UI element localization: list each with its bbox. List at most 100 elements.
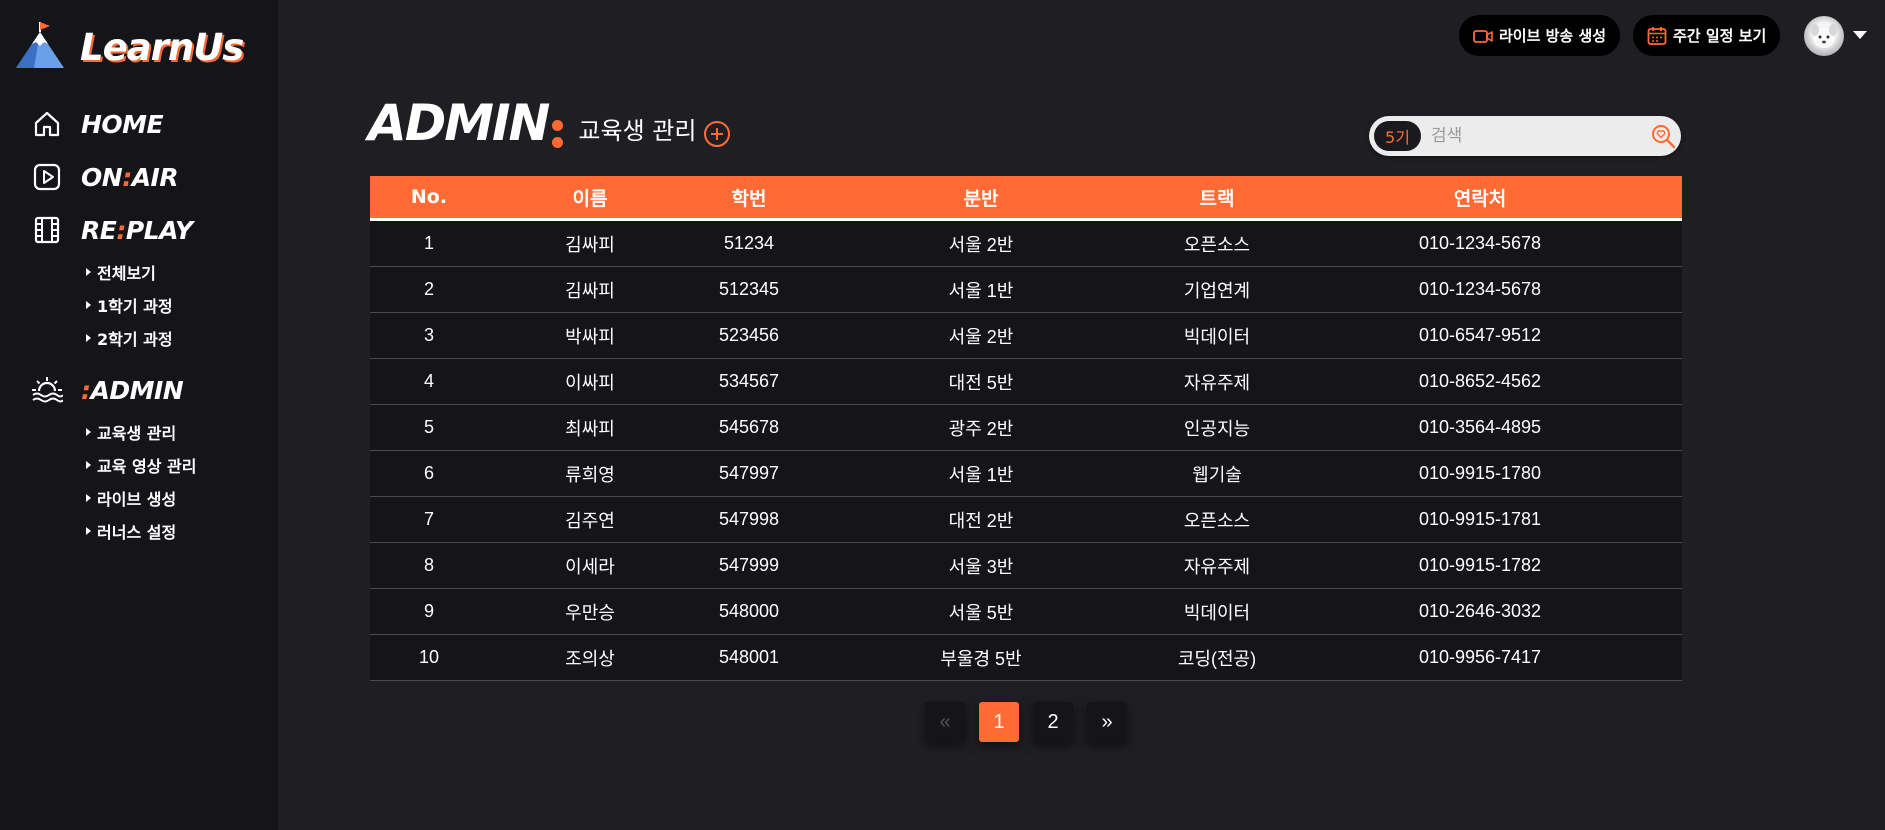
column-header-class: 분반 bbox=[963, 187, 999, 210]
cell-track: 빅데이터 bbox=[1183, 326, 1251, 347]
submenu-item-semester1[interactable]: 1학기 과정 bbox=[84, 288, 270, 321]
cell-track: 인공지능 bbox=[1183, 418, 1251, 439]
nav-onair-label: ON:AIR bbox=[81, 162, 179, 192]
table-row[interactable]: 4 이싸피 534567 대전 5반 자유주제 010-8652-4562 bbox=[370, 359, 1682, 405]
cell-contact: 010-6547-9512 bbox=[1418, 325, 1542, 345]
column-header-student-id: 학번 bbox=[731, 187, 767, 210]
colon-mark bbox=[550, 108, 564, 148]
table-row[interactable]: 9 우만승 548000 서울 5반 빅데이터 010-2646-3032 bbox=[370, 589, 1682, 635]
nav-replay-label: RE:PLAY bbox=[81, 215, 193, 245]
dog-avatar-icon bbox=[1811, 24, 1837, 48]
page-button-1[interactable]: 1 bbox=[979, 702, 1019, 742]
brand-logo[interactable]: LearnUs bbox=[14, 22, 244, 72]
page-title: ADMIN bbox=[368, 94, 550, 152]
table-header: No. 이름 학번 분반 트랙 연락처 bbox=[370, 176, 1682, 221]
cell-no: 3 bbox=[423, 325, 434, 345]
cell-name: 김싸피 bbox=[565, 280, 615, 301]
cell-student-id: 548000 bbox=[718, 601, 780, 621]
cell-student-id: 512345 bbox=[718, 279, 780, 299]
table-body: 1 김싸피 51234 서울 2반 오픈소스 010-1234-5678 2 김싸피 51234… bbox=[370, 221, 1682, 681]
table-row[interactable]: 10 조의상 548001 부울경 5반 코딩(전공) 010-9956-7417 bbox=[370, 635, 1682, 681]
cell-contact: 010-9915-1781 bbox=[1418, 509, 1542, 529]
nav-home-label: HOME bbox=[81, 109, 164, 139]
table-row[interactable]: 1 김싸피 51234 서울 2반 오픈소스 010-1234-5678 bbox=[370, 221, 1682, 267]
prev-page-button[interactable]: « bbox=[925, 702, 965, 742]
cell-track: 오픈소스 bbox=[1183, 510, 1251, 531]
cell-no: 8 bbox=[423, 555, 434, 575]
cell-name: 김싸피 bbox=[565, 234, 615, 255]
triangle-right-icon bbox=[86, 333, 91, 342]
cell-track: 기업연계 bbox=[1183, 280, 1251, 301]
cell-student-id: 523456 bbox=[718, 325, 780, 345]
cell-class: 서울 2반 bbox=[948, 326, 1014, 347]
submenu-item-live-create[interactable]: 라이브 생성 bbox=[84, 481, 270, 514]
cell-no: 5 bbox=[423, 417, 434, 437]
nav-onair[interactable]: ON:AIR bbox=[30, 157, 270, 197]
table-row[interactable]: 7 김주연 547998 대전 2반 오픈소스 010-9915-1781 bbox=[370, 497, 1682, 543]
cell-student-id: 545678 bbox=[718, 417, 780, 437]
submenu-item-student-manage[interactable]: 교육생 관리 bbox=[84, 415, 270, 448]
page-button-2[interactable]: 2 bbox=[1033, 702, 1073, 742]
search-icon[interactable] bbox=[1650, 121, 1676, 151]
submenu-item-video-manage[interactable]: 교육 영상 관리 bbox=[84, 448, 270, 481]
cell-name: 김주연 bbox=[565, 510, 615, 531]
user-avatar[interactable] bbox=[1804, 16, 1844, 56]
film-icon bbox=[30, 213, 64, 247]
column-header-track: 트랙 bbox=[1199, 187, 1235, 210]
pagination: « 1 2 » bbox=[925, 702, 1141, 742]
search-input[interactable] bbox=[1421, 121, 1650, 151]
cell-no: 2 bbox=[423, 279, 434, 299]
cell-class: 광주 2반 bbox=[948, 418, 1014, 439]
table-row[interactable]: 8 이세라 547999 서울 3반 자유주제 010-9915-1782 bbox=[370, 543, 1682, 589]
cell-name: 류희영 bbox=[565, 464, 615, 485]
cell-contact: 010-9956-7417 bbox=[1418, 647, 1542, 667]
triangle-right-icon bbox=[86, 427, 91, 436]
table-row[interactable]: 2 김싸피 512345 서울 1반 기업연계 010-1234-5678 bbox=[370, 267, 1682, 313]
mountain-flag-icon bbox=[14, 22, 66, 72]
cell-no: 7 bbox=[423, 509, 434, 529]
cell-student-id: 547998 bbox=[718, 509, 780, 529]
table-row[interactable]: 3 박싸피 523456 서울 2반 빅데이터 010-6547-9512 bbox=[370, 313, 1682, 359]
triangle-right-icon bbox=[86, 267, 91, 276]
student-table: No. 이름 학번 분반 트랙 연락처 1 김싸피 51234 서울 2반 오픈소스 01… bbox=[370, 176, 1682, 681]
add-student-button[interactable] bbox=[704, 121, 731, 147]
cell-name: 우만승 bbox=[565, 602, 615, 623]
cell-track: 자유주제 bbox=[1183, 372, 1251, 393]
nav-admin-label: :ADMIN bbox=[81, 375, 184, 405]
cell-student-id: 547997 bbox=[718, 463, 780, 483]
cell-no: 4 bbox=[423, 371, 434, 391]
calendar-icon bbox=[1647, 26, 1667, 45]
cell-class: 서울 5반 bbox=[948, 602, 1014, 623]
triangle-right-icon bbox=[86, 526, 91, 535]
home-icon bbox=[30, 107, 64, 141]
cell-no: 10 bbox=[418, 647, 440, 667]
submenu-item-all[interactable]: 전체보기 bbox=[84, 255, 270, 288]
submenu-item-settings[interactable]: 러너스 설정 bbox=[84, 514, 270, 547]
cell-class: 서울 1반 bbox=[948, 280, 1014, 301]
nav-replay[interactable]: RE:PLAY bbox=[30, 210, 270, 250]
table-row[interactable]: 6 류희영 547997 서울 1반 웹기술 010-9915-1780 bbox=[370, 451, 1682, 497]
nav-admin[interactable]: :ADMIN bbox=[30, 370, 270, 410]
cell-contact: 010-1234-5678 bbox=[1418, 233, 1542, 253]
triangle-right-icon bbox=[86, 300, 91, 309]
chevron-down-icon[interactable] bbox=[1853, 31, 1867, 39]
brand-name: LearnUs bbox=[80, 25, 244, 69]
cell-name: 조의상 bbox=[565, 648, 615, 669]
table-row[interactable]: 5 최싸피 545678 광주 2반 인공지능 010-3564-4895 bbox=[370, 405, 1682, 451]
cell-student-id: 51234 bbox=[723, 233, 775, 253]
camera-icon bbox=[1473, 29, 1493, 43]
submenu-item-semester2[interactable]: 2학기 과정 bbox=[84, 321, 270, 354]
live-create-button[interactable]: 라이브 방송 생성 bbox=[1459, 15, 1621, 56]
weekly-schedule-button[interactable]: 주간 일정 보기 bbox=[1633, 15, 1781, 56]
replay-submenu: 전체보기 1학기 과정 2학기 과정 bbox=[84, 255, 270, 354]
generation-select[interactable]: 5기 bbox=[1374, 121, 1421, 151]
cell-name: 이싸피 bbox=[565, 372, 615, 393]
cell-track: 웹기술 bbox=[1192, 464, 1242, 485]
cell-class: 서울 1반 bbox=[948, 464, 1014, 485]
cell-contact: 010-2646-3032 bbox=[1418, 601, 1542, 621]
nav-home[interactable]: HOME bbox=[30, 104, 270, 144]
cell-student-id: 548001 bbox=[718, 647, 780, 667]
next-page-button[interactable]: » bbox=[1087, 702, 1127, 742]
cell-track: 자유주제 bbox=[1183, 556, 1251, 577]
cell-student-id: 534567 bbox=[718, 371, 780, 391]
